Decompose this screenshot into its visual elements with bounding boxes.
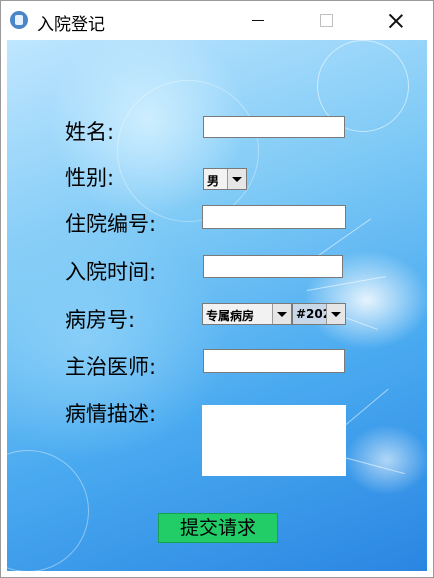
condition-label: 病情描述: <box>65 402 157 426</box>
ward-type-select[interactable]: 专属病房 <box>202 303 292 325</box>
title-bar[interactable]: 入院登记 <box>1 1 433 40</box>
gender-label: 性别: <box>65 166 115 190</box>
doctor-field[interactable] <box>203 349 345 373</box>
condition-textarea[interactable] <box>202 405 346 476</box>
minimize-button[interactable] <box>235 1 281 40</box>
admission-number-label: 住院编号: <box>65 212 157 236</box>
ward-type-select-value: 专属病房 <box>206 309 255 323</box>
minimize-icon <box>252 20 264 21</box>
ward-number-select[interactable]: #202 <box>292 303 346 325</box>
window-title: 入院登记 <box>37 15 105 35</box>
background-bubble <box>7 450 89 571</box>
background-bubble <box>117 80 259 222</box>
background-streak <box>336 455 405 475</box>
gender-select[interactable]: 男 <box>203 168 247 190</box>
admission-number-field[interactable] <box>202 205 346 229</box>
app-icon <box>10 11 28 29</box>
admission-time-field[interactable] <box>203 255 343 278</box>
name-field[interactable] <box>203 116 345 138</box>
name-label: 姓名: <box>65 120 115 144</box>
maximize-button[interactable] <box>303 1 349 40</box>
gender-select-value: 男 <box>207 174 220 188</box>
admission-window: 入院登记 姓名: 性别: 男 住院编号: 入院时间: 病房号: 专属病房 #20… <box>0 0 434 578</box>
chevron-down-icon[interactable] <box>272 304 291 324</box>
chevron-down-icon[interactable] <box>326 304 345 324</box>
close-button[interactable] <box>373 1 419 40</box>
doctor-label: 主治医师: <box>65 355 157 379</box>
submit-button[interactable]: 提交请求 <box>158 513 278 543</box>
maximize-icon <box>319 14 333 27</box>
admission-time-label: 入院时间: <box>65 260 157 284</box>
ward-label: 病房号: <box>65 308 136 332</box>
background-streak <box>306 276 386 291</box>
form-panel: 姓名: 性别: 男 住院编号: 入院时间: 病房号: 专属病房 #202 主治医… <box>7 40 427 571</box>
close-icon <box>389 14 403 28</box>
chevron-down-icon[interactable] <box>227 169 246 189</box>
